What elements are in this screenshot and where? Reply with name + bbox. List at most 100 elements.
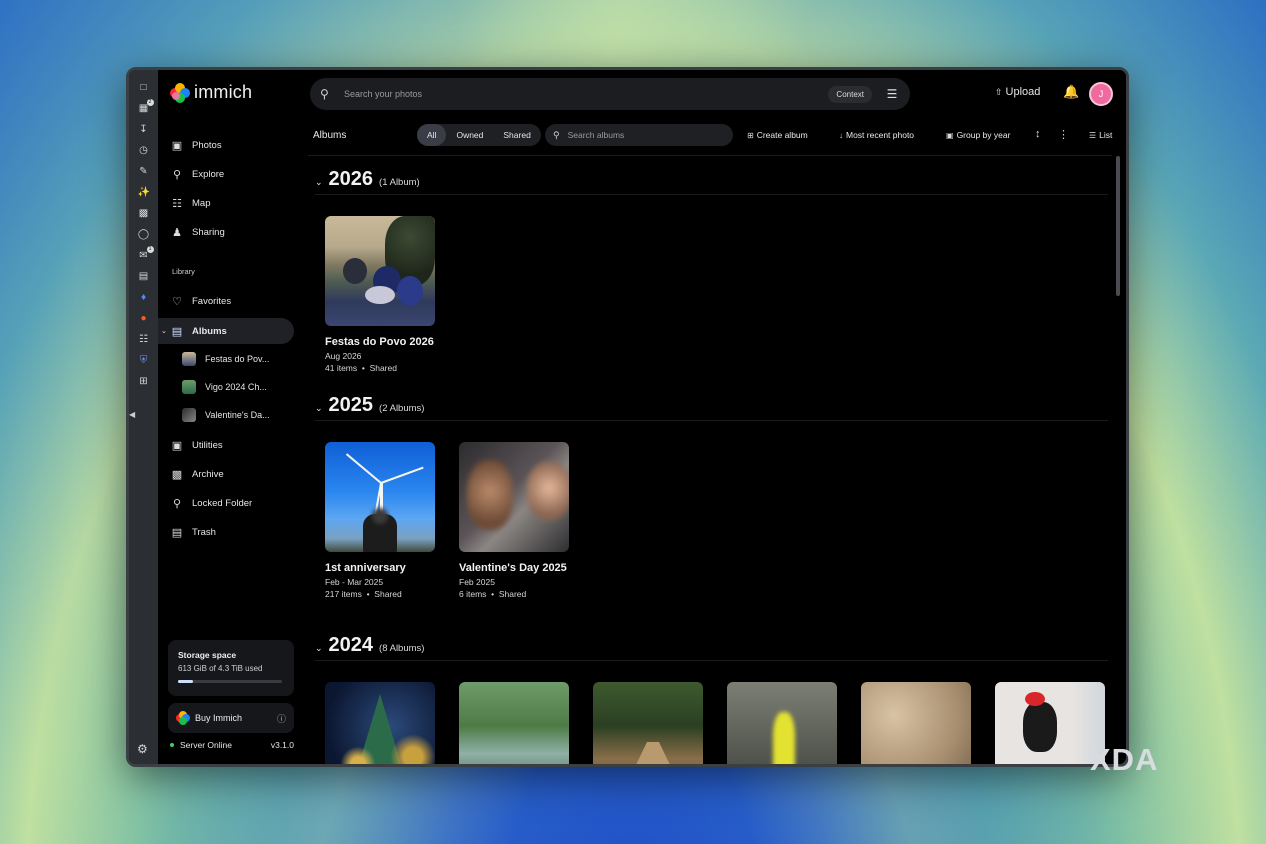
album-thumbnail — [182, 408, 196, 422]
sort-button[interactable]: ↓ Most recent photo — [839, 130, 914, 140]
sidebar-item-locked-folder[interactable]: ⚲ Locked Folder — [158, 490, 294, 516]
photos-icon: ▣ — [171, 139, 183, 152]
mail-icon[interactable]: ✉ 1 — [138, 246, 154, 262]
upload-icon: ⇧ — [995, 86, 1003, 97]
album-thumbnail[interactable] — [459, 442, 569, 552]
album-card[interactable] — [325, 682, 435, 764]
server-status: Server Online v3.1.0 — [170, 740, 294, 750]
sidebar-item-map[interactable]: ☷ Map — [158, 190, 294, 216]
album-thumbnail[interactable] — [459, 682, 569, 764]
album-thumbnail[interactable] — [325, 442, 435, 552]
album-thumbnail — [182, 380, 196, 394]
people-icon: ♟ — [172, 226, 182, 239]
album-card[interactable]: Valentine's Day 2025 Feb 2025 6 items • … — [459, 442, 569, 599]
reading-icon[interactable]: ✨ — [138, 187, 150, 199]
map-icon: ☷ — [172, 197, 182, 210]
sidebar-item-photos[interactable]: ▣ Photos — [158, 132, 294, 158]
chevron-down-icon: ⌄ — [315, 643, 323, 653]
album-card[interactable]: 1st anniversary Feb - Mar 2025 217 items… — [325, 442, 435, 599]
context-toggle[interactable]: Context — [828, 85, 872, 103]
album-card[interactable] — [593, 682, 703, 764]
album-date: Feb 2025 — [459, 577, 495, 587]
upload-button[interactable]: ⇧ Upload — [995, 86, 1040, 98]
album-card[interactable] — [727, 682, 837, 764]
album-meta: 6 items • Shared — [459, 589, 527, 599]
year-label: 2024 — [328, 634, 374, 656]
year-group-header[interactable]: ⌄ 2025 (2 Albums) — [315, 394, 424, 417]
reddit-icon[interactable]: ● — [138, 313, 150, 325]
filter-options-icon[interactable]: ☰ — [884, 87, 900, 101]
scrollbar[interactable] — [1116, 156, 1120, 296]
filter-all-button[interactable]: All — [417, 124, 447, 146]
shield-icon[interactable]: ⛨ — [138, 355, 150, 367]
immich-logo-icon — [170, 82, 190, 103]
version-label[interactable]: v3.1.0 — [271, 740, 294, 750]
collapse-arrow-icon[interactable]: ◀ — [129, 410, 135, 419]
immich-logo[interactable]: immich — [170, 82, 252, 103]
album-thumbnail[interactable] — [593, 682, 703, 764]
sidebar-item-trash[interactable]: ▤ Trash — [158, 519, 294, 545]
notifications-icon[interactable]: 🔔 — [1063, 84, 1079, 100]
expand-all-icon[interactable]: ↕ — [1035, 128, 1041, 140]
sidebar-item-favorites[interactable]: ♡ Favorites — [158, 288, 294, 314]
filter-shared-button[interactable]: Shared — [493, 124, 540, 146]
storage-title: Storage space — [178, 650, 237, 660]
album-thumbnail[interactable] — [325, 216, 435, 326]
group-by-button[interactable]: ▣ Group by year — [946, 130, 1010, 140]
top-bar: immich ⚲ Search your photos Context ☰ ⇧ … — [158, 70, 1126, 116]
album-thumbnail[interactable] — [861, 682, 971, 764]
album-thumbnail[interactable] — [727, 682, 837, 764]
sidebar-item-archive[interactable]: ▩ Archive — [158, 461, 294, 487]
add-panel-icon[interactable]: ⊞ — [138, 376, 150, 388]
album-card[interactable] — [861, 682, 971, 764]
sidebar-item-label: Photos — [192, 139, 222, 151]
year-group-header[interactable]: ⌄ 2024 (8 Albums) — [315, 634, 424, 657]
lock-icon: ⚲ — [172, 497, 182, 510]
info-icon[interactable]: ⓘ — [277, 712, 286, 725]
create-album-button[interactable]: ⊞ Create album — [747, 130, 808, 140]
book-icon[interactable]: ☷ — [138, 334, 150, 346]
bookmark-icon[interactable]: □ — [138, 82, 150, 94]
album-search-input[interactable]: ⚲ Search albums — [545, 124, 733, 146]
download-icon[interactable]: ↧ — [138, 124, 150, 136]
sidebar-item-label: Trash — [192, 526, 216, 538]
sidebar-album-label: Festas do Pov... — [205, 354, 270, 364]
chevron-down-icon[interactable]: ⌄ — [161, 327, 167, 335]
collapse-all-icon[interactable]: ⋮ — [1058, 128, 1069, 141]
album-thumbnail — [182, 352, 196, 366]
settings-icon[interactable]: ⚙ — [137, 742, 148, 756]
album-date: Feb - Mar 2025 — [325, 577, 384, 587]
album-card[interactable] — [459, 682, 569, 764]
album-count: (1 Album) — [379, 177, 420, 188]
sidebar-item-sharing[interactable]: ♟ Sharing — [158, 219, 294, 245]
sidebar-album-valentines[interactable]: Valentine's Da... — [182, 405, 292, 425]
sidebar-item-label: Sharing — [192, 226, 225, 238]
bluesky-icon[interactable]: ♦ — [138, 292, 150, 304]
album-thumbnail[interactable] — [325, 682, 435, 764]
sidebar-item-utilities[interactable]: ▣ Utilities — [158, 432, 294, 458]
photo-search-bar[interactable]: ⚲ Search your photos Context ☰ — [310, 78, 910, 110]
user-avatar[interactable]: J — [1089, 82, 1113, 106]
search-input[interactable]: Search your photos — [344, 89, 828, 99]
album-thumbnail[interactable] — [995, 682, 1105, 764]
chevron-down-icon: ⌄ — [315, 403, 323, 413]
chat-icon[interactable]: ◯ — [138, 229, 150, 241]
sidebar-item-albums[interactable]: ⌄ ▤ Albums — [158, 318, 294, 344]
divider — [315, 420, 1108, 421]
search-icon: ⚲ — [320, 87, 329, 101]
album-card[interactable] — [995, 682, 1105, 764]
album-card[interactable]: Festas do Povo 2026 Aug 2026 41 items • … — [325, 216, 435, 373]
notes-icon[interactable]: ✎ — [138, 166, 150, 178]
filter-owned-button[interactable]: Owned — [446, 124, 493, 146]
calendar-icon[interactable]: ▩ — [138, 208, 150, 220]
history-icon[interactable]: ◷ — [138, 145, 150, 157]
albums-main: Albums All Owned Shared ⚲ Search albums … — [308, 116, 1120, 764]
sidebar-album-vigo[interactable]: Vigo 2024 Ch... — [182, 377, 292, 397]
year-group-header[interactable]: ⌄ 2026 (1 Album) — [315, 168, 420, 191]
tabs-icon[interactable]: ▦ 2 — [138, 99, 154, 115]
buy-immich-button[interactable]: Buy Immich ⓘ — [168, 703, 294, 733]
feed-icon[interactable]: ▤ — [138, 271, 150, 283]
sidebar-item-explore[interactable]: ⚲ Explore — [158, 161, 294, 187]
view-list-button[interactable]: ☰ List — [1089, 130, 1112, 140]
sidebar-album-festas[interactable]: Festas do Pov... — [182, 349, 292, 369]
